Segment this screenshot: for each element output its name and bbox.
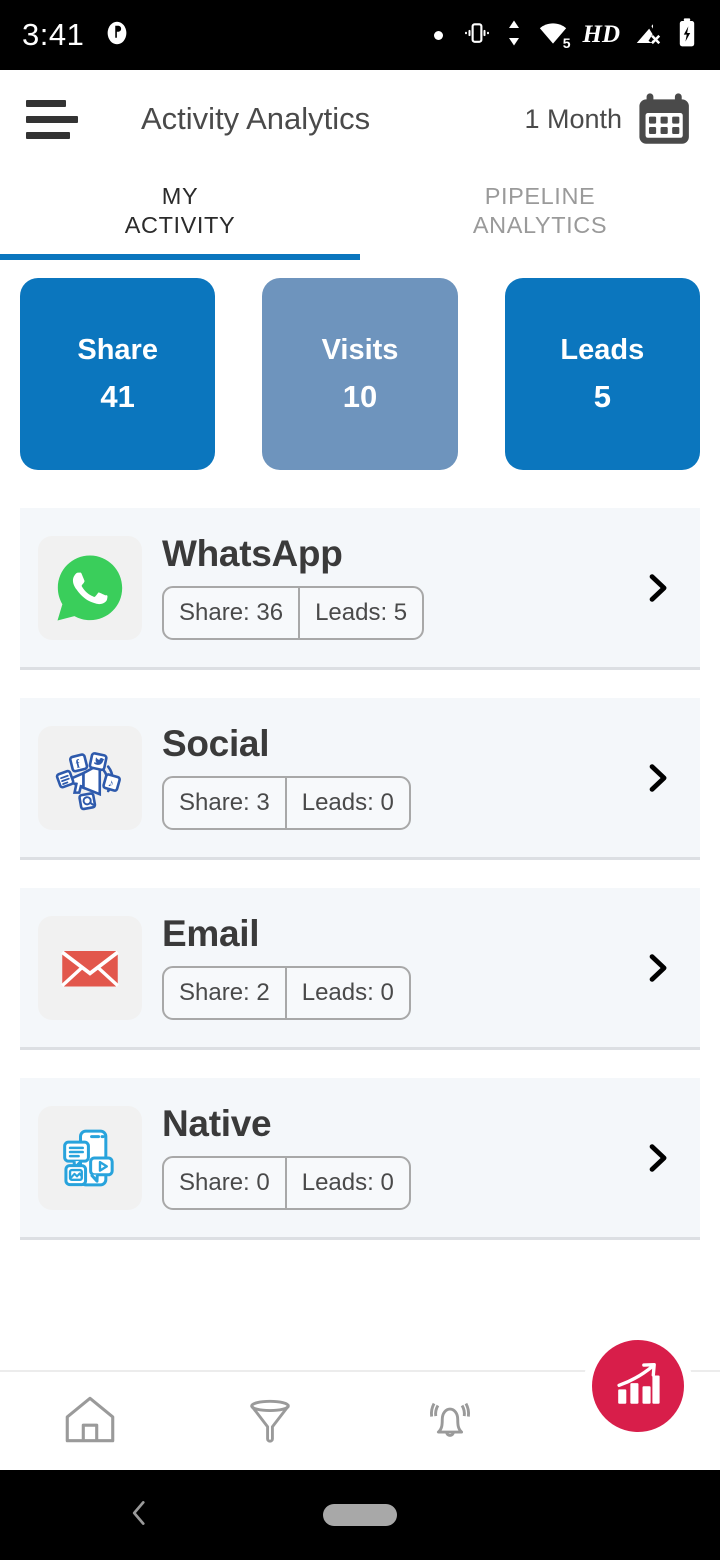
wifi-level-label: 5 <box>562 34 571 51</box>
list-item-metrics: Share: 0 Leads: 0 <box>162 1156 411 1210</box>
list-item-metrics: Share: 3 Leads: 0 <box>162 776 411 830</box>
stat-card-leads[interactable]: Leads 5 <box>504 278 700 470</box>
stat-card-share-value: 41 <box>100 378 135 414</box>
list-item-share-metric: Share: 36 <box>179 599 284 626</box>
tab-pipeline-analytics-line1: PIPELINE <box>484 183 596 210</box>
list-item-leads-metric: Leads: 0 <box>284 778 409 828</box>
bell-icon <box>421 1390 479 1453</box>
stat-card-visits-label: Visits <box>321 333 399 366</box>
chevron-right-icon[interactable] <box>640 1141 674 1175</box>
list-item-leads-metric: Leads: 0 <box>284 1158 409 1208</box>
tab-active-indicator <box>0 254 360 260</box>
period-label: 1 Month <box>524 103 622 134</box>
tab-bar: MY ACTIVITY PIPELINE ANALYTICS <box>0 168 720 260</box>
hd-icon: HD <box>582 21 621 48</box>
status-bar-system-icons: 5 HD <box>433 17 699 54</box>
list-item-share-metric: Share: 0 <box>179 1169 270 1196</box>
data-transfer-icon <box>505 18 523 53</box>
wifi-icon: 5 <box>536 18 571 53</box>
list-item[interactable]: WhatsApp Share: 36 Leads: 5 <box>20 508 700 670</box>
stat-card-visits[interactable]: Visits 10 <box>262 278 458 470</box>
period-selector[interactable]: 1 Month <box>524 91 694 147</box>
battery-charging-icon <box>676 17 698 54</box>
status-bar: 3:41 5 HD <box>0 0 720 70</box>
bar-chart-growth-icon <box>611 1357 665 1416</box>
tab-pipeline-analytics[interactable]: PIPELINE ANALYTICS <box>360 168 720 260</box>
list-item-share-metric: Share: 3 <box>179 789 270 816</box>
chevron-right-icon[interactable] <box>640 571 674 605</box>
calendar-icon[interactable] <box>636 91 694 147</box>
funnel-icon <box>241 1390 299 1453</box>
list-item[interactable]: f ♪ Social Share: 3 Leads: 0 <box>20 698 700 860</box>
list-item-leads-metric: Leads: 0 <box>284 968 409 1018</box>
analytics-fab-button[interactable] <box>592 1340 684 1432</box>
home-icon <box>59 1388 121 1455</box>
back-chevron-icon[interactable] <box>122 1496 156 1535</box>
social-megaphone-icon: f ♪ <box>38 725 142 830</box>
list-item-title: Social <box>162 723 270 764</box>
hamburger-icon[interactable] <box>26 99 78 139</box>
nav-item-filter[interactable] <box>180 1390 360 1453</box>
status-bar-notification-icons <box>102 18 132 53</box>
list-item-metrics: Share: 2 Leads: 0 <box>162 966 411 1020</box>
chevron-right-icon[interactable] <box>640 761 674 795</box>
dot-icon <box>433 30 443 40</box>
stat-card-leads-value: 5 <box>593 378 611 414</box>
app-bar: Activity Analytics 1 Month <box>0 70 720 168</box>
tab-pipeline-analytics-line2: ANALYTICS <box>472 212 608 238</box>
list-item-title: WhatsApp <box>162 533 343 574</box>
stat-card-leads-label: Leads <box>560 333 645 366</box>
list-item[interactable]: Email Share: 2 Leads: 0 <box>20 888 700 1050</box>
status-bar-clock: 3:41 <box>22 17 85 52</box>
list-item-metrics: Share: 36 Leads: 5 <box>162 586 425 640</box>
chevron-right-icon[interactable] <box>640 951 674 985</box>
stat-card-share-label: Share <box>77 333 158 366</box>
nav-item-home[interactable] <box>0 1388 180 1455</box>
tab-my-activity[interactable]: MY ACTIVITY <box>0 168 360 260</box>
list-item-title: Email <box>162 913 260 954</box>
stat-card-share[interactable]: Share 41 <box>20 278 216 470</box>
home-indicator-pill[interactable] <box>323 1504 397 1526</box>
stat-card-visits-value: 10 <box>342 378 378 414</box>
vibrate-icon <box>462 18 492 53</box>
tab-my-activity-line2: ACTIVITY <box>124 212 236 238</box>
list-item[interactable]: Native Share: 0 Leads: 0 <box>20 1078 700 1240</box>
whatsapp-icon <box>38 535 142 640</box>
list-item-leads-metric: Leads: 5 <box>298 588 422 638</box>
channel-list: WhatsApp Share: 36 Leads: 5 f ♪ Social S… <box>0 508 720 1240</box>
signal-no-service-icon <box>633 18 663 53</box>
page-title: Activity Analytics <box>141 101 371 136</box>
nav-item-notifications[interactable] <box>360 1390 540 1453</box>
app-notification-icon <box>102 18 132 53</box>
list-item-share-metric: Share: 2 <box>179 979 270 1006</box>
phone-screen: 3:41 5 HD Activity Analytics 1 Month MY … <box>0 0 720 1560</box>
tab-my-activity-line1: MY <box>161 183 199 210</box>
email-envelope-icon <box>38 915 142 1020</box>
list-item-title: Native <box>162 1103 272 1144</box>
native-app-icon <box>38 1105 142 1210</box>
summary-cards: Share 41 Visits 10 Leads 5 <box>0 260 720 470</box>
android-navigation-bar <box>0 1470 720 1560</box>
